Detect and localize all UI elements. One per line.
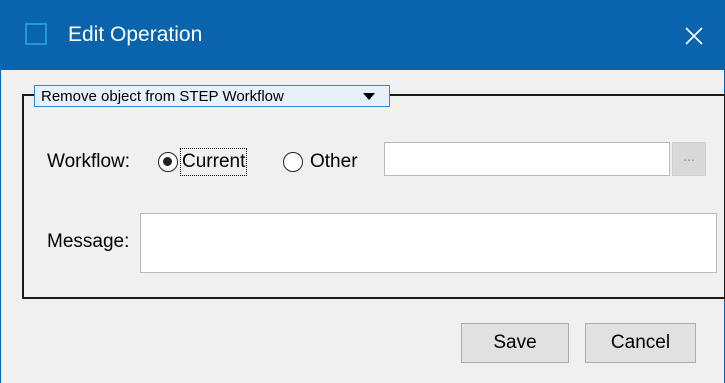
radio-current-label[interactable]: Current	[179, 148, 248, 176]
radio-selected-dot	[163, 157, 172, 166]
message-label: Message:	[47, 231, 130, 252]
workflow-label: Workflow:	[47, 151, 131, 172]
operation-dropdown[interactable]: Remove object from STEP Workflow	[34, 85, 390, 107]
message-input[interactable]	[140, 213, 717, 273]
other-workflow-input[interactable]	[384, 142, 670, 176]
radio-current[interactable]	[158, 152, 178, 172]
radio-other[interactable]	[283, 152, 303, 172]
title-bar: Edit Operation	[1, 1, 724, 70]
dialog-body: Remove object from STEP Workflow Workflo…	[1, 70, 725, 383]
save-button[interactable]: Save	[461, 323, 569, 363]
window-icon	[25, 23, 47, 45]
close-button[interactable]	[664, 1, 724, 70]
chevron-down-icon	[363, 93, 375, 100]
window-title: Edit Operation	[68, 23, 203, 46]
operation-dropdown-value: Remove object from STEP Workflow	[41, 88, 284, 105]
browse-button[interactable]: ...	[672, 142, 706, 176]
cancel-button[interactable]: Cancel	[585, 323, 696, 363]
close-icon	[685, 26, 703, 45]
radio-other-label[interactable]: Other	[310, 150, 358, 174]
edit-operation-dialog: Edit Operation Remove object from STEP W…	[0, 0, 725, 383]
